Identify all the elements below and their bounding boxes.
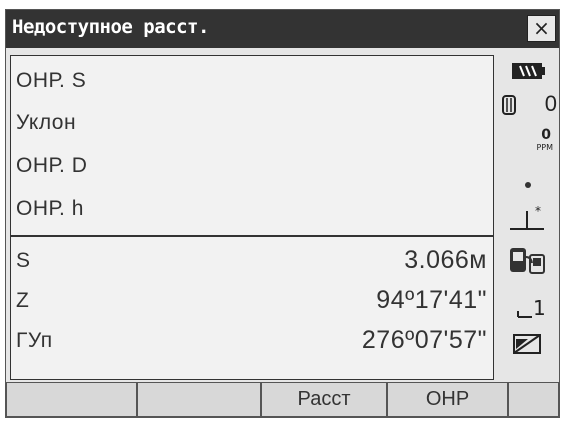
- softkey-5[interactable]: [508, 382, 559, 417]
- field-label: ОНР. h: [16, 197, 84, 220]
- measurement-label: S: [16, 249, 31, 272]
- measurement-value: 94º17'41": [376, 286, 487, 314]
- communication-icon: [496, 245, 559, 283]
- svg-text:*: *: [535, 204, 541, 218]
- input-mode-icon: 1: [496, 295, 559, 327]
- field-row-onr-s[interactable]: ОНР. S: [11, 66, 493, 102]
- reflector-target-icon: *: [496, 203, 559, 237]
- prism-icon: [502, 95, 516, 119]
- close-button[interactable]: ×: [527, 15, 556, 42]
- field-label: Уклон: [16, 111, 77, 134]
- field-row-onr-h[interactable]: ОНР. h: [11, 194, 493, 230]
- status-dot-icon: [496, 175, 559, 194]
- field-row-slope[interactable]: Уклон: [11, 108, 493, 144]
- softkey-distance[interactable]: Расст: [261, 382, 387, 417]
- measurement-row-s: S 3.066м: [11, 246, 493, 282]
- status-sidebar: 0 0 PPM * 1: [496, 55, 559, 380]
- ppm-indicator: 0 PPM: [496, 127, 559, 161]
- softkey-onr[interactable]: ОНР: [387, 382, 508, 417]
- measurement-panel: ОНР. S Уклон ОНР. D ОНР. h S 3.066м Z 94…: [10, 55, 494, 380]
- field-row-onr-d[interactable]: ОНР. D: [11, 151, 493, 187]
- measurement-label: Z: [16, 289, 30, 312]
- device-screen: Недоступное расст. × ОНР. S Уклон ОНР. D…: [5, 9, 560, 418]
- measurement-value: 276º07'57": [361, 326, 487, 354]
- divider: [11, 235, 493, 237]
- battery-icon: [496, 61, 559, 85]
- ppm-value: 0: [541, 127, 551, 143]
- ppm-unit: PPM: [536, 143, 553, 152]
- measurement-row-z: Z 94º17'41": [11, 286, 493, 322]
- measurement-value: 3.066м: [404, 246, 487, 274]
- field-label: ОНР. S: [16, 69, 87, 92]
- softkey-bar: Расст ОНР: [6, 382, 559, 417]
- measurement-label: ГУп: [16, 329, 53, 352]
- title-bar: Недоступное расст. ×: [6, 10, 559, 48]
- window-title: Недоступное расст.: [12, 16, 209, 38]
- prism-constant: 0: [496, 91, 559, 119]
- measurement-row-hz: ГУп 276º07'57": [11, 326, 493, 362]
- svg-text:1: 1: [533, 296, 546, 320]
- softkey-1[interactable]: [6, 382, 137, 417]
- softkey-2[interactable]: [137, 382, 261, 417]
- edit-icon: [496, 331, 559, 361]
- field-label: ОНР. D: [16, 154, 88, 177]
- prism-constant-value: 0: [544, 91, 557, 116]
